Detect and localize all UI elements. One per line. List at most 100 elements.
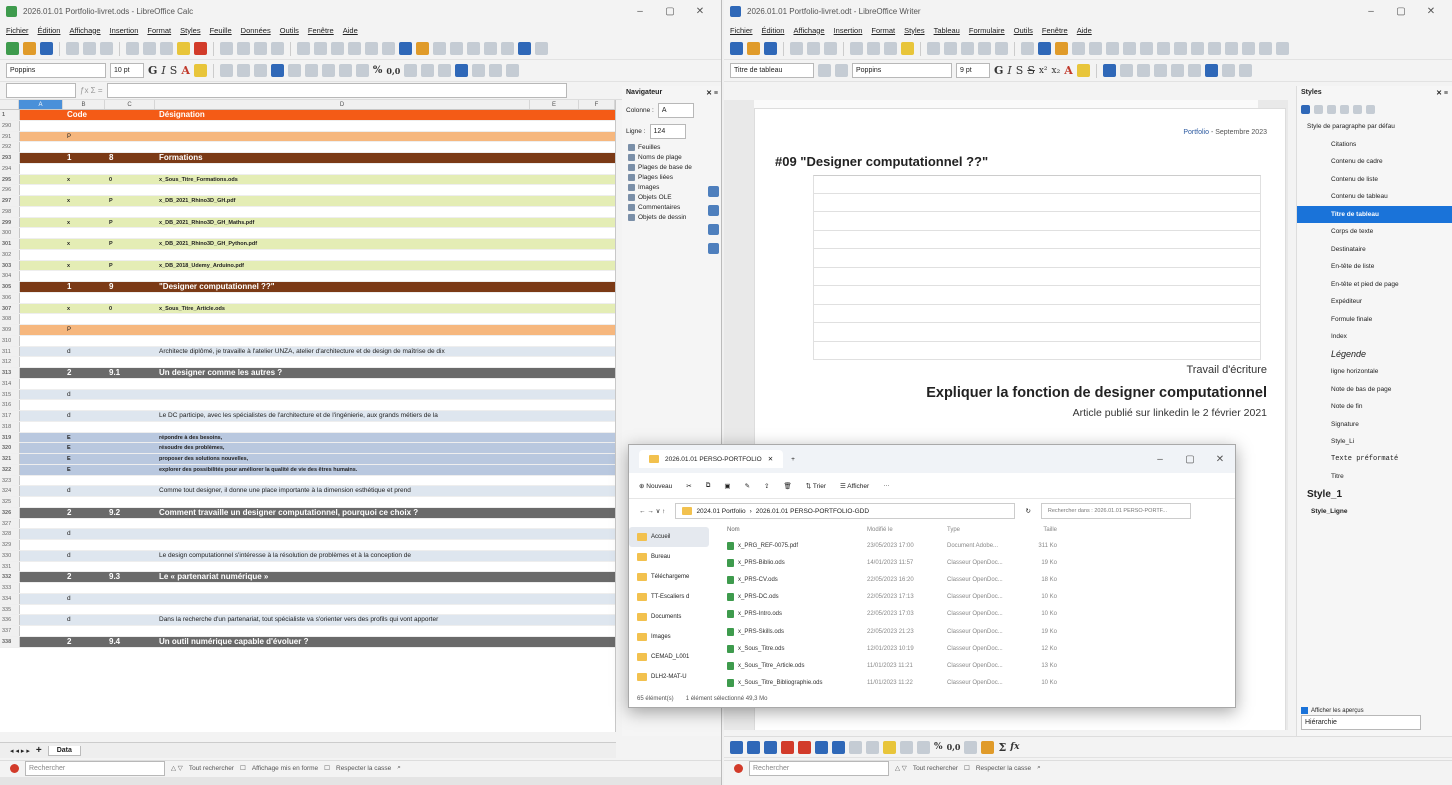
menu-item[interactable]: Fenêtre xyxy=(1042,26,1068,35)
cell-e[interactable] xyxy=(531,433,580,443)
cell-d[interactable] xyxy=(156,228,531,238)
table-row[interactable]: 321 Eproposer des solutions nouvelles, xyxy=(0,454,615,465)
menu-item[interactable]: Feuille xyxy=(210,26,232,35)
menu-item[interactable]: Aide xyxy=(343,26,358,35)
cell-e[interactable] xyxy=(531,486,580,496)
cell-c[interactable]: P xyxy=(106,218,156,228)
insert-image-icon[interactable] xyxy=(1038,42,1051,55)
currency-icon[interactable] xyxy=(355,64,369,77)
cell-f[interactable] xyxy=(580,433,615,443)
menu-item[interactable]: Tableau xyxy=(934,26,960,35)
sort-desc-icon[interactable] xyxy=(365,42,378,55)
cell-b[interactable] xyxy=(64,228,106,238)
sort-icon[interactable] xyxy=(331,42,344,55)
copy-icon[interactable] xyxy=(143,42,156,55)
cell-b[interactable]: x xyxy=(64,239,106,249)
cut-icon[interactable] xyxy=(850,42,863,55)
cell-e[interactable] xyxy=(531,185,580,195)
character-styles-icon[interactable] xyxy=(1314,104,1323,114)
table-row[interactable]: 307 x 0 x_Sous_Titre_Article.ods xyxy=(0,303,615,315)
sheet-nav-arrows[interactable]: ◂ ◂ ▸ ▸ xyxy=(10,747,30,755)
cell-e[interactable] xyxy=(531,132,580,142)
menu-item[interactable]: Données xyxy=(241,26,271,35)
cell-a[interactable] xyxy=(20,261,64,271)
navigator-item[interactable]: Feuilles xyxy=(622,142,721,152)
style-item[interactable]: Note de fin xyxy=(1297,398,1452,416)
row-number[interactable]: 338 xyxy=(0,636,20,647)
cell-c[interactable] xyxy=(106,519,156,529)
underline-icon[interactable]: S xyxy=(1016,64,1024,77)
cell-d[interactable] xyxy=(156,132,531,142)
cell-d[interactable] xyxy=(156,422,531,432)
cell-b[interactable]: 2 xyxy=(64,572,106,582)
close-panel-icon[interactable]: ✕ ≡ xyxy=(706,89,718,97)
style-item[interactable]: Texte préformaté xyxy=(1297,451,1452,469)
column-header[interactable]: F xyxy=(579,100,615,109)
explorer-search-input[interactable]: Rechercher dans : 2026.01.01 PERSO-PORTF… xyxy=(1040,503,1191,519)
cell-a[interactable] xyxy=(20,325,64,335)
table-row[interactable]: 314 xyxy=(0,378,615,390)
find-input[interactable]: Rechercher xyxy=(749,760,889,776)
cell-d[interactable]: répondre à des besoins, xyxy=(156,433,531,443)
cell-d[interactable]: proposer des solutions nouvelles, xyxy=(156,454,531,464)
autofilter-icon[interactable] xyxy=(382,42,395,55)
cell-b[interactable]: d xyxy=(64,411,106,421)
superscript-icon[interactable]: x² xyxy=(1039,66,1048,76)
nav-arrows-icon[interactable]: ← → ∨ ↑ xyxy=(639,507,665,515)
cell-e[interactable] xyxy=(531,583,580,593)
cell-f[interactable] xyxy=(580,626,615,636)
minimize-button[interactable]: – xyxy=(1145,454,1175,465)
row-number[interactable]: 298 xyxy=(0,206,20,217)
file-row[interactable]: x_PRS-CV.ods 22/05/2023 16:20 Classeur Ope… xyxy=(727,571,1235,588)
row-icon[interactable] xyxy=(297,42,310,55)
pivot-table-icon[interactable] xyxy=(433,42,446,55)
new-icon[interactable] xyxy=(730,42,743,55)
cell-b[interactable]: 1 xyxy=(64,282,106,292)
cell-f[interactable] xyxy=(580,153,615,163)
cell-a[interactable] xyxy=(20,433,64,443)
cell-f[interactable] xyxy=(580,336,615,346)
close-find-icon[interactable] xyxy=(10,763,19,773)
table-row[interactable]: 306 xyxy=(0,292,615,304)
cell-f[interactable] xyxy=(580,519,615,529)
row-number[interactable]: 329 xyxy=(0,540,20,550)
find-replace-icon[interactable] xyxy=(961,42,974,55)
menu-item[interactable]: Outils xyxy=(280,26,299,35)
table-row[interactable]: 304 xyxy=(0,271,615,282)
cell-c[interactable] xyxy=(106,336,156,346)
cell-a[interactable] xyxy=(20,486,64,496)
cell-b[interactable]: E xyxy=(64,433,106,443)
cell-c[interactable]: 9 xyxy=(106,282,156,292)
cell-d[interactable] xyxy=(156,626,531,636)
row-number[interactable]: 328 xyxy=(0,529,20,539)
endnote-icon[interactable] xyxy=(1174,42,1187,55)
style-item[interactable]: Formule finale xyxy=(1297,311,1452,329)
table-row[interactable]: 313 2 9.1 Un designer comme les autres ? xyxy=(0,368,615,379)
cell-f[interactable] xyxy=(580,605,615,615)
cell-e[interactable] xyxy=(531,271,580,281)
cell-b[interactable]: x xyxy=(64,218,106,228)
protect-cells-icon[interactable] xyxy=(981,740,995,754)
delete-icon[interactable]: 🗑 xyxy=(783,482,791,490)
line-spacing-icon[interactable] xyxy=(1238,64,1252,77)
cell-c[interactable]: 9.2 xyxy=(106,508,156,518)
table-row[interactable]: 317 d Le DC participe, avec les spécialist… xyxy=(0,411,615,422)
cell-e[interactable] xyxy=(531,336,580,346)
cell-a[interactable] xyxy=(20,153,64,163)
cell-f[interactable] xyxy=(580,615,615,625)
cell-b[interactable]: E xyxy=(64,454,106,464)
cell-a[interactable] xyxy=(20,271,64,281)
clone-formatting-icon[interactable] xyxy=(901,42,914,55)
cell-f[interactable] xyxy=(580,271,615,281)
new-tab-icon[interactable]: + xyxy=(791,456,795,463)
cell-f[interactable] xyxy=(580,228,615,238)
cell-a[interactable] xyxy=(20,400,64,410)
table-row[interactable]: 295 x 0 x_Sous_Titre_Formations.ods xyxy=(0,174,615,186)
cell-a[interactable] xyxy=(20,379,64,389)
outdent-icon[interactable] xyxy=(1221,64,1235,77)
cell-e[interactable] xyxy=(531,293,580,303)
col-name-header[interactable]: Nom xyxy=(727,527,867,533)
function-wizard-icon[interactable]: ƒx Σ = xyxy=(80,86,103,95)
cell-b[interactable]: x xyxy=(64,196,106,206)
row-input[interactable]: 124 xyxy=(649,124,686,139)
